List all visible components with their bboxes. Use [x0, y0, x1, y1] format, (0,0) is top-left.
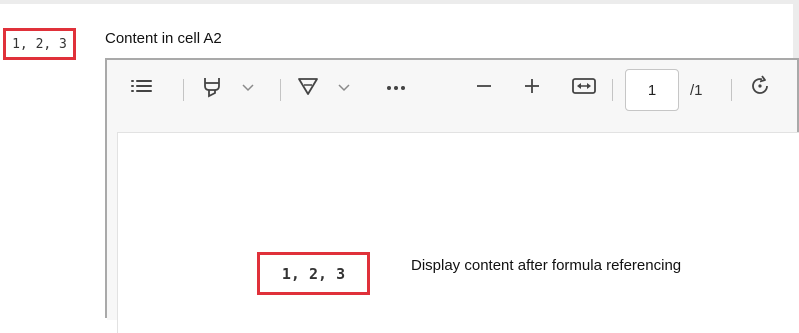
highlight-menu-button[interactable] [241, 69, 255, 107]
zoom-in-button[interactable] [517, 69, 547, 107]
pen-icon [296, 74, 320, 103]
fit-width-icon [571, 76, 597, 101]
list-icon [128, 76, 154, 101]
toolbar-separator [183, 79, 184, 101]
reference-caption: Display content after formula referencin… [411, 257, 682, 274]
top-divider [0, 0, 799, 4]
page-number-input[interactable] [625, 69, 679, 111]
more-icon [384, 79, 408, 97]
document-page [117, 132, 799, 333]
cell-a2-caption: Content in cell A2 [105, 30, 222, 47]
cell-a2-value: 1, 2, 3 [3, 28, 76, 60]
referenced-value: 1, 2, 3 [257, 252, 370, 295]
rotate-icon [748, 74, 772, 103]
toolbar-separator [280, 79, 281, 101]
document-area[interactable] [107, 120, 799, 333]
pdf-viewer: /1 [105, 58, 799, 333]
more-options-button[interactable] [381, 69, 411, 107]
viewer-toolbar: /1 [107, 60, 797, 118]
chevron-down-icon [337, 79, 351, 97]
highlighter-icon [200, 74, 224, 103]
minus-icon [474, 76, 494, 101]
rotate-button[interactable] [745, 69, 775, 107]
plus-icon [522, 76, 542, 101]
draw-menu-button[interactable] [337, 69, 351, 107]
fit-width-button[interactable] [567, 69, 601, 107]
page-total-label: /1 [690, 81, 703, 99]
toolbar-separator [731, 79, 732, 101]
chevron-down-icon [241, 79, 255, 97]
draw-button[interactable] [293, 69, 323, 107]
contents-button[interactable] [123, 69, 159, 107]
toolbar-separator [612, 79, 613, 101]
zoom-out-button[interactable] [469, 69, 499, 107]
highlight-button[interactable] [197, 69, 227, 107]
